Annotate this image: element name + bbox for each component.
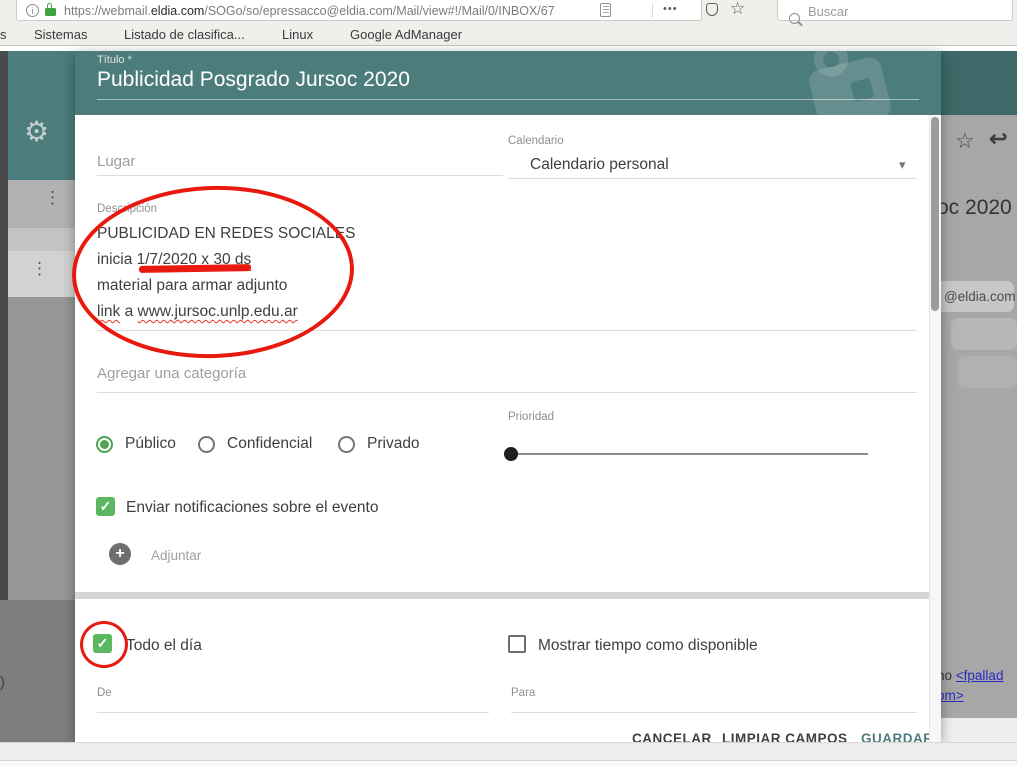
bookmark-admanager[interactable]: Google AdManager (350, 27, 462, 42)
recipient-chip[interactable] (951, 318, 1017, 350)
bookmark-sistemas[interactable]: Sistemas (34, 27, 87, 42)
lugar-underline (97, 175, 503, 176)
backdrop-area (0, 600, 77, 742)
de-label: De (97, 687, 112, 699)
recipient-chip[interactable] (958, 356, 1017, 388)
de-underline (97, 712, 489, 713)
bookmark-star-icon[interactable]: ☆ (730, 0, 745, 19)
prioridad-label: Prioridad (508, 411, 554, 423)
event-dialog-footer-card: ✓ Todo el día Mostrar tiempo como dispon… (75, 599, 941, 742)
mail-body-fragment: no <fpallad (937, 668, 1003, 683)
lock-watermark-icon (807, 55, 894, 115)
mail-star-icon[interactable]: ☆ (955, 128, 975, 154)
notificaciones-checkbox[interactable]: ✓ (96, 497, 115, 516)
event-dialog-header: Título * Publicidad Posgrado Jursoc 2020 (75, 51, 941, 115)
pocket-shield-icon[interactable] (706, 3, 718, 16)
screenshot-root: i https://webmail.eldia.com/SOGo/so/epre… (0, 0, 1017, 766)
page-actions-icon[interactable]: ••• (663, 3, 678, 15)
prioridad-slider-thumb[interactable] (504, 447, 518, 461)
radio-confidencial-label[interactable]: Confidencial (227, 435, 312, 453)
prioridad-slider-track[interactable] (505, 453, 868, 455)
card-gap (75, 592, 941, 599)
calendario-label: Calendario (508, 135, 564, 147)
categoria-input[interactable]: Agregar una categoría (97, 365, 246, 382)
email-link[interactable]: <fpallad (956, 668, 1004, 683)
title-underline (97, 99, 919, 100)
backdrop-row (8, 180, 77, 227)
bookmark-fragment[interactable]: s (0, 27, 7, 42)
chevron-down-icon[interactable]: ▾ (899, 157, 906, 173)
backdrop-row (0, 227, 77, 252)
urlbar-divider (652, 3, 653, 18)
para-underline (511, 712, 917, 713)
radio-privado-label[interactable]: Privado (367, 435, 420, 453)
backdrop-dark-strip (0, 51, 8, 600)
gear-icon[interactable]: ⚙ (24, 115, 49, 148)
search-icon (789, 13, 800, 24)
categoria-underline (97, 392, 917, 393)
mailview-footer (941, 718, 1017, 742)
sender-chip-text: @eldia.com (944, 289, 1015, 304)
title-field-label: Título * (97, 54, 132, 66)
mailview-header (941, 51, 1017, 115)
radio-privado[interactable] (338, 436, 355, 453)
notificaciones-label[interactable]: Enviar notificaciones sobre el evento (126, 499, 378, 517)
adjuntar-plus-icon[interactable]: + (109, 543, 131, 565)
bottom-band (0, 742, 1017, 766)
calendario-select[interactable]: Calendario personal (530, 156, 669, 174)
calendario-underline (508, 178, 917, 179)
radio-publico-label[interactable]: Público (125, 435, 176, 453)
https-lock-icon[interactable] (45, 8, 56, 16)
dialog-scrollbar-thumb[interactable] (931, 117, 939, 311)
bottom-band-inner (0, 760, 1017, 766)
backdrop-area (0, 297, 77, 600)
reader-mode-icon[interactable] (600, 3, 611, 17)
annotation-circle-todo-el-dia (80, 621, 128, 668)
bookmark-linux[interactable]: Linux (282, 27, 313, 42)
url-text[interactable]: https://webmail.eldia.com/SOGo/so/epress… (64, 4, 594, 18)
mail-subject-fragment: oc 2020 (937, 196, 1012, 220)
page-info-icon[interactable]: i (26, 4, 39, 17)
radio-confidencial[interactable] (198, 436, 215, 453)
kebab-menu-icon[interactable]: ⋮ (31, 259, 48, 279)
lugar-input[interactable]: Lugar (97, 153, 135, 170)
kebab-menu-icon[interactable]: ⋮ (44, 188, 61, 208)
reply-icon[interactable]: ↩ (989, 126, 1007, 152)
para-label: Para (511, 687, 535, 699)
mostrar-tiempo-checkbox[interactable] (508, 635, 526, 653)
mostrar-tiempo-label[interactable]: Mostrar tiempo como disponible (538, 637, 758, 655)
bookmark-listado[interactable]: Listado de clasifica... (124, 27, 245, 42)
search-placeholder: Buscar (808, 4, 848, 19)
radio-publico[interactable] (96, 436, 113, 453)
event-title-input[interactable]: Publicidad Posgrado Jursoc 2020 (97, 68, 410, 92)
backdrop-text-fragment: ) (0, 674, 5, 691)
adjuntar-label[interactable]: Adjuntar (151, 548, 201, 563)
todo-el-dia-label[interactable]: Todo el día (126, 637, 202, 655)
